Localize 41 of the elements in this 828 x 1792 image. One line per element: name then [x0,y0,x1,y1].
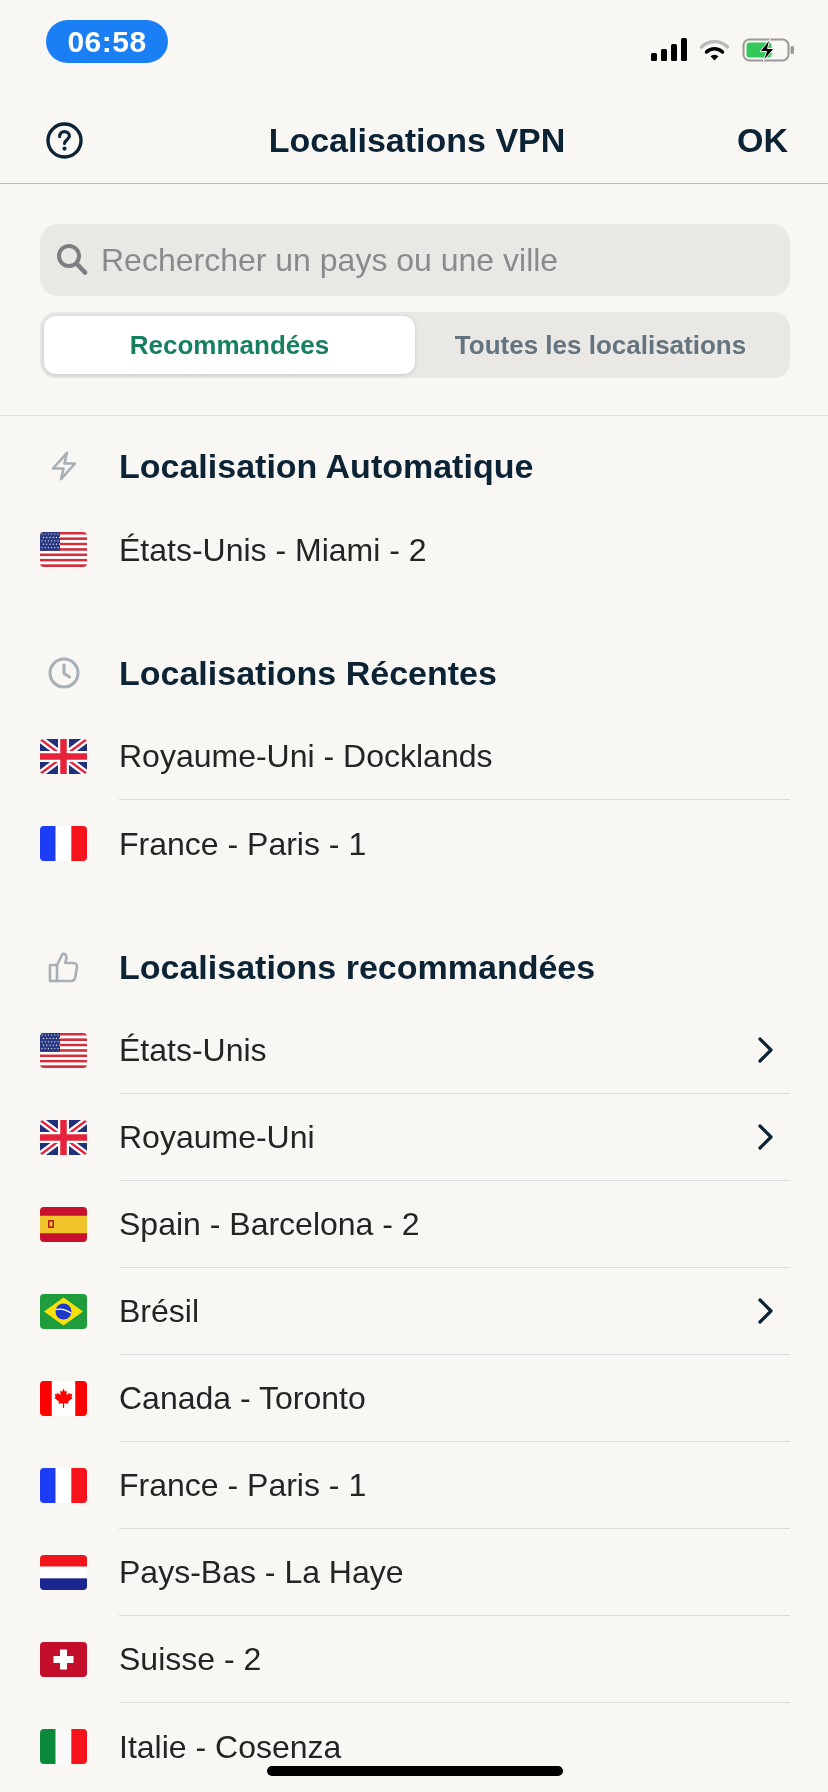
lightning-icon [49,451,78,481]
us-flag-icon [40,532,87,567]
brazil-flag-icon [40,1294,87,1329]
section-title: Localisations Récentes [119,652,497,694]
battery-charging-icon [742,37,795,62]
ok-button[interactable]: OK [737,120,788,161]
section-title: Localisation Automatique [119,445,534,487]
location-row[interactable]: Spain - Barcelona - 2 [0,1181,828,1268]
location-row[interactable]: Brésil [0,1268,828,1355]
location-row[interactable]: Royaume-Uni - Docklands [0,713,828,800]
screen-title: Localisations VPN [268,120,566,161]
thumbs-up-icon [48,951,79,983]
status-time: 06:58 [46,20,168,63]
italy-flag-icon [40,1729,87,1764]
tab[interactable]: Recommandées [44,316,415,374]
netherlands-flag-icon [40,1555,87,1590]
location-row[interactable]: Pays-Bas - La Haye [0,1529,828,1616]
signal-icon [651,38,687,61]
france-flag-icon [40,1468,87,1503]
switzerland-flag-icon [40,1642,87,1677]
location-row[interactable]: France - Paris - 1 [0,800,828,887]
wifi-icon [699,38,730,61]
location-row[interactable]: Suisse - 2 [0,1616,828,1703]
section-title: Localisations recommandées [119,946,596,988]
tab[interactable]: Toutes les localisations [415,316,786,374]
location-row[interactable]: États-Unis [0,1007,828,1094]
location-row[interactable]: États-Unis - Miami - 2 [0,506,828,593]
uk-flag-icon [40,739,87,774]
us-flag-icon [40,1033,87,1068]
location-row[interactable]: Italie - Cosenza [0,1703,828,1790]
canada-flag-icon [40,1381,87,1416]
search-field[interactable]: Rechercher un pays ou une ville [40,224,790,296]
search-icon [56,243,88,276]
location-row[interactable]: France - Paris - 1 [0,1442,828,1529]
location-row[interactable]: Canada - Toronto [0,1355,828,1442]
location-row[interactable]: Royaume-Uni [0,1094,828,1181]
uk-flag-icon [40,1120,87,1155]
france-flag-icon [40,826,87,861]
help-icon[interactable] [46,122,83,159]
spain-flag-icon [40,1207,87,1242]
clock-icon [47,657,80,689]
